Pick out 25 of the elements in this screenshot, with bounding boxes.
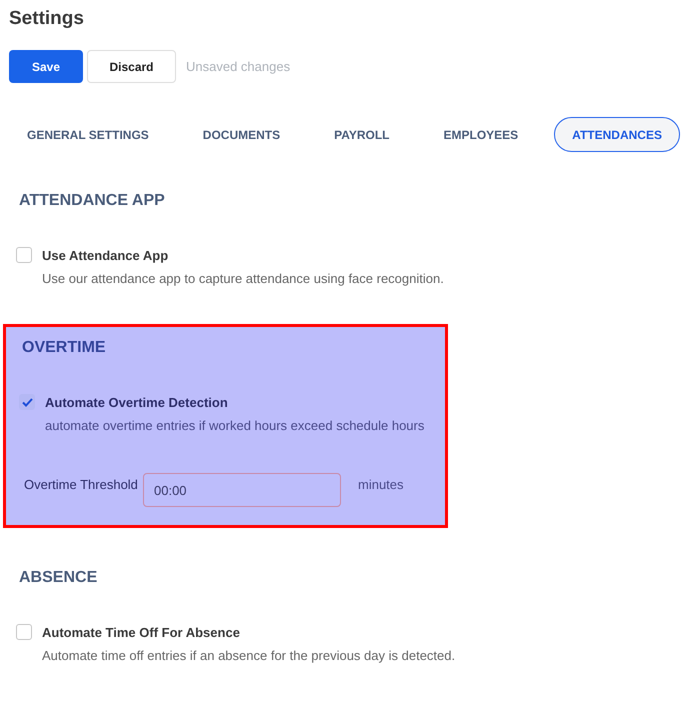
- option-description: Use our attendance app to capture attendance using face recognition.: [42, 270, 444, 288]
- save-button[interactable]: Save: [9, 50, 83, 83]
- tab[interactable]: PAYROLL: [316, 117, 408, 152]
- option-label: Use Attendance App: [42, 247, 170, 265]
- section-heading: OVERTIME: [22, 338, 107, 358]
- tab[interactable]: DOCUMENTS: [184, 117, 298, 152]
- page-title: Settings: [9, 7, 85, 31]
- threshold-field[interactable]: 00:00: [143, 473, 341, 507]
- status-text: Unsaved changes: [186, 58, 290, 76]
- section-heading: ATTENDANCE APP: [19, 191, 166, 211]
- option-description: Automate time off entries if an absence for the previous day is detected.: [42, 646, 456, 665]
- option-label: Automate Time Off For Absence: [42, 624, 241, 642]
- section-heading: ABSENCE: [19, 568, 98, 588]
- checkbox[interactable]: [16, 247, 32, 263]
- option-description: automate overtime entries if worked hours exceed schedule hours: [45, 416, 424, 434]
- tab[interactable]: EMPLOYEES: [425, 117, 536, 152]
- checkbox[interactable]: [19, 394, 35, 410]
- tab[interactable]: GENERAL SETTINGS: [9, 117, 167, 152]
- discard-button[interactable]: Discard: [87, 50, 176, 83]
- tab[interactable]: ATTENDANCES: [554, 117, 680, 152]
- checkbox[interactable]: [16, 624, 32, 640]
- option-label: Automate Overtime Detection: [45, 394, 229, 412]
- field-label: Overtime Threshold: [24, 476, 139, 494]
- unit-label: minutes: [358, 476, 404, 494]
- check-icon: [22, 398, 32, 406]
